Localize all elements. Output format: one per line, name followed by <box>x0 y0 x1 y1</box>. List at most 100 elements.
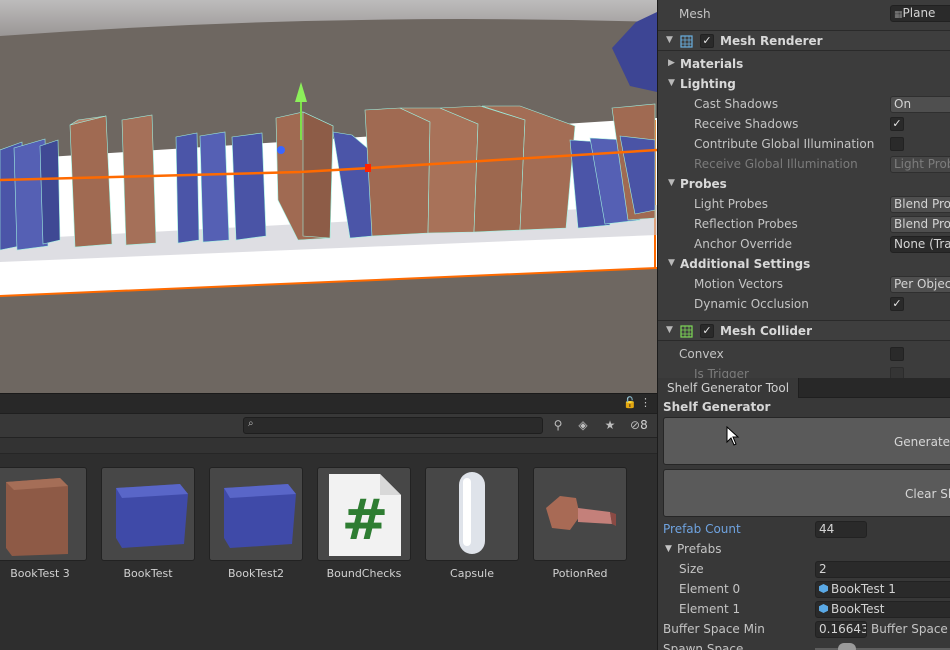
asset-label: BookTest 3 <box>10 567 70 580</box>
asset-thumbnail: # <box>317 467 411 561</box>
foldout-arrow-icon[interactable]: ▼ <box>668 258 675 268</box>
slider-handle[interactable] <box>838 643 856 650</box>
dynamic-occlusion-row: Dynamic Occlusion ✓ <box>658 294 950 314</box>
receive-gi-dropdown: Light Probes <box>890 156 950 173</box>
asset-item[interactable]: Capsule <box>425 467 519 580</box>
foldout-arrow-icon[interactable]: ▼ <box>666 325 673 335</box>
receive-gi-label: Receive Global Illumination <box>694 157 858 171</box>
motion-vectors-label: Motion Vectors <box>694 277 783 291</box>
element0-field[interactable]: BookTest 1 <box>815 581 950 598</box>
asset-item[interactable]: PotionRed <box>533 467 627 580</box>
size-row: Size 2 <box>658 560 950 580</box>
mesh-renderer-enabled-checkbox[interactable]: ✓ <box>700 34 714 48</box>
spawn-space-row: Spawn Space <box>658 640 950 650</box>
size-input[interactable]: 2 <box>815 561 950 578</box>
book-blue-group-left[interactable] <box>0 138 61 251</box>
foldout-arrow-icon[interactable]: ▶ <box>668 58 675 68</box>
eye-slash-icon: ⊘ <box>630 418 641 432</box>
lock-icon[interactable]: 🔓 <box>623 396 637 409</box>
probes-label: Probes <box>680 177 727 191</box>
buffer-max-label: Buffer Space Max <box>871 622 950 636</box>
foldout-arrow-icon[interactable]: ▼ <box>668 78 675 88</box>
size-label: Size <box>679 562 704 576</box>
mesh-icon: ▦ <box>894 10 903 20</box>
mesh-row: Mesh ▦Plane <box>658 4 950 24</box>
prefab-count-input[interactable]: 44 <box>815 521 867 538</box>
component-title: Mesh Renderer <box>720 34 823 48</box>
asset-thumbnail <box>533 467 627 561</box>
asset-label: BoundChecks <box>326 567 402 580</box>
book-blue-group-mid[interactable] <box>175 131 267 244</box>
search-by-type-icon[interactable]: ⚲ <box>549 418 567 434</box>
mesh-collider-header[interactable]: ▼ ✓ Mesh Collider <box>658 320 950 341</box>
lighting-row[interactable]: ▼ Lighting <box>658 74 950 94</box>
buffer-space-row: Buffer Space Min 0.16643 Buffer Space Ma… <box>658 620 950 640</box>
breadcrumb <box>0 438 657 454</box>
is-trigger-checkbox <box>890 367 904 378</box>
asset-label: Capsule <box>450 567 494 580</box>
cast-shadows-dropdown[interactable]: On <box>890 96 950 113</box>
reflection-probes-label: Reflection Probes <box>694 217 798 231</box>
buffer-min-label: Buffer Space Min <box>663 622 765 636</box>
mesh-field[interactable]: ▦Plane <box>890 5 950 22</box>
additional-settings-row[interactable]: ▼ Additional Settings <box>658 254 950 274</box>
lighting-label: Lighting <box>680 77 736 91</box>
contribute-gi-label: Contribute Global Illumination <box>694 137 875 151</box>
receive-shadows-label: Receive Shadows <box>694 117 799 131</box>
shelf-tabbar: Shelf Generator Tool <box>658 378 950 398</box>
element1-row: Element 1 BookTest <box>658 600 950 620</box>
foldout-arrow-icon[interactable]: ▼ <box>668 178 675 188</box>
favorites-star-icon[interactable]: ★ <box>601 418 619 434</box>
receive-shadows-checkbox[interactable]: ✓ <box>890 117 904 131</box>
is-trigger-label: Is Trigger <box>694 367 749 378</box>
materials-row[interactable]: ▶ Materials <box>658 54 950 74</box>
book-brown-group-2[interactable] <box>364 105 576 237</box>
project-toolbar: ⌕ ⚲ ◈ ★ ⊘8 <box>0 414 657 438</box>
buffer-min-input[interactable]: 0.16643 <box>815 621 867 638</box>
asset-item[interactable]: # BoundChecks <box>317 467 411 580</box>
dynamic-occlusion-label: Dynamic Occlusion <box>694 297 809 311</box>
motion-vectors-row: Motion Vectors Per Object Motion <box>658 274 950 294</box>
contribute-gi-checkbox[interactable] <box>890 137 904 151</box>
tab-shelf-generator-tool[interactable]: Shelf Generator Tool <box>658 378 800 398</box>
asset-label: PotionRed <box>552 567 608 580</box>
light-probes-row: Light Probes Blend Probes <box>658 194 950 214</box>
mesh-renderer-header[interactable]: ▼ ✓ Mesh Renderer <box>658 30 950 51</box>
search-input[interactable]: ⌕ <box>243 417 543 434</box>
generate-shelf-button[interactable]: Generate Shelf <box>663 417 950 465</box>
asset-thumbnail <box>0 467 87 561</box>
light-probes-dropdown[interactable]: Blend Probes <box>890 196 950 213</box>
more-options-icon[interactable]: ⋮ <box>640 396 651 409</box>
motion-vectors-dropdown[interactable]: Per Object Motion <box>890 276 950 293</box>
receive-gi-row: Receive Global Illumination Light Probes <box>658 154 950 174</box>
asset-grid: BookTest 3 BookTest BookTest2 # BoundChe… <box>0 467 657 597</box>
convex-checkbox[interactable] <box>890 347 904 361</box>
asset-item[interactable]: BookTest2 <box>209 467 303 580</box>
foldout-arrow-icon[interactable]: ▼ <box>665 544 672 554</box>
materials-label: Materials <box>680 57 744 71</box>
anchor-override-field[interactable]: None (Transform) <box>890 236 950 253</box>
probes-row[interactable]: ▼ Probes <box>658 174 950 194</box>
scene-view[interactable] <box>0 0 657 393</box>
asset-item[interactable]: BookTest <box>101 467 195 580</box>
search-by-label-icon[interactable]: ◈ <box>574 418 592 434</box>
prefab-icon <box>819 604 828 613</box>
asset-label: BookTest2 <box>227 567 285 580</box>
reflection-probes-dropdown[interactable]: Blend Probes <box>890 216 950 233</box>
prefabs-row[interactable]: ▼ Prefabs <box>658 540 950 560</box>
element0-row: Element 0 BookTest 1 <box>658 580 950 600</box>
clear-shelf-button[interactable]: Clear Shelf <box>663 469 950 517</box>
receive-shadows-row: Receive Shadows ✓ <box>658 114 950 134</box>
element1-field[interactable]: BookTest <box>815 601 950 618</box>
hidden-packages-count[interactable]: ⊘8 <box>630 418 648 432</box>
additional-settings-label: Additional Settings <box>680 257 811 271</box>
mesh-collider-enabled-checkbox[interactable]: ✓ <box>700 324 714 338</box>
asset-item[interactable]: BookTest 3 <box>0 467 87 580</box>
foldout-arrow-icon[interactable]: ▼ <box>666 35 673 45</box>
search-icon: ⌕ <box>248 418 254 429</box>
dynamic-occlusion-checkbox[interactable]: ✓ <box>890 297 904 311</box>
scene-canvas[interactable] <box>0 0 657 393</box>
convex-label: Convex <box>679 347 724 361</box>
cast-shadows-label: Cast Shadows <box>694 97 779 111</box>
anchor-override-row: Anchor Override None (Transform) <box>658 234 950 254</box>
